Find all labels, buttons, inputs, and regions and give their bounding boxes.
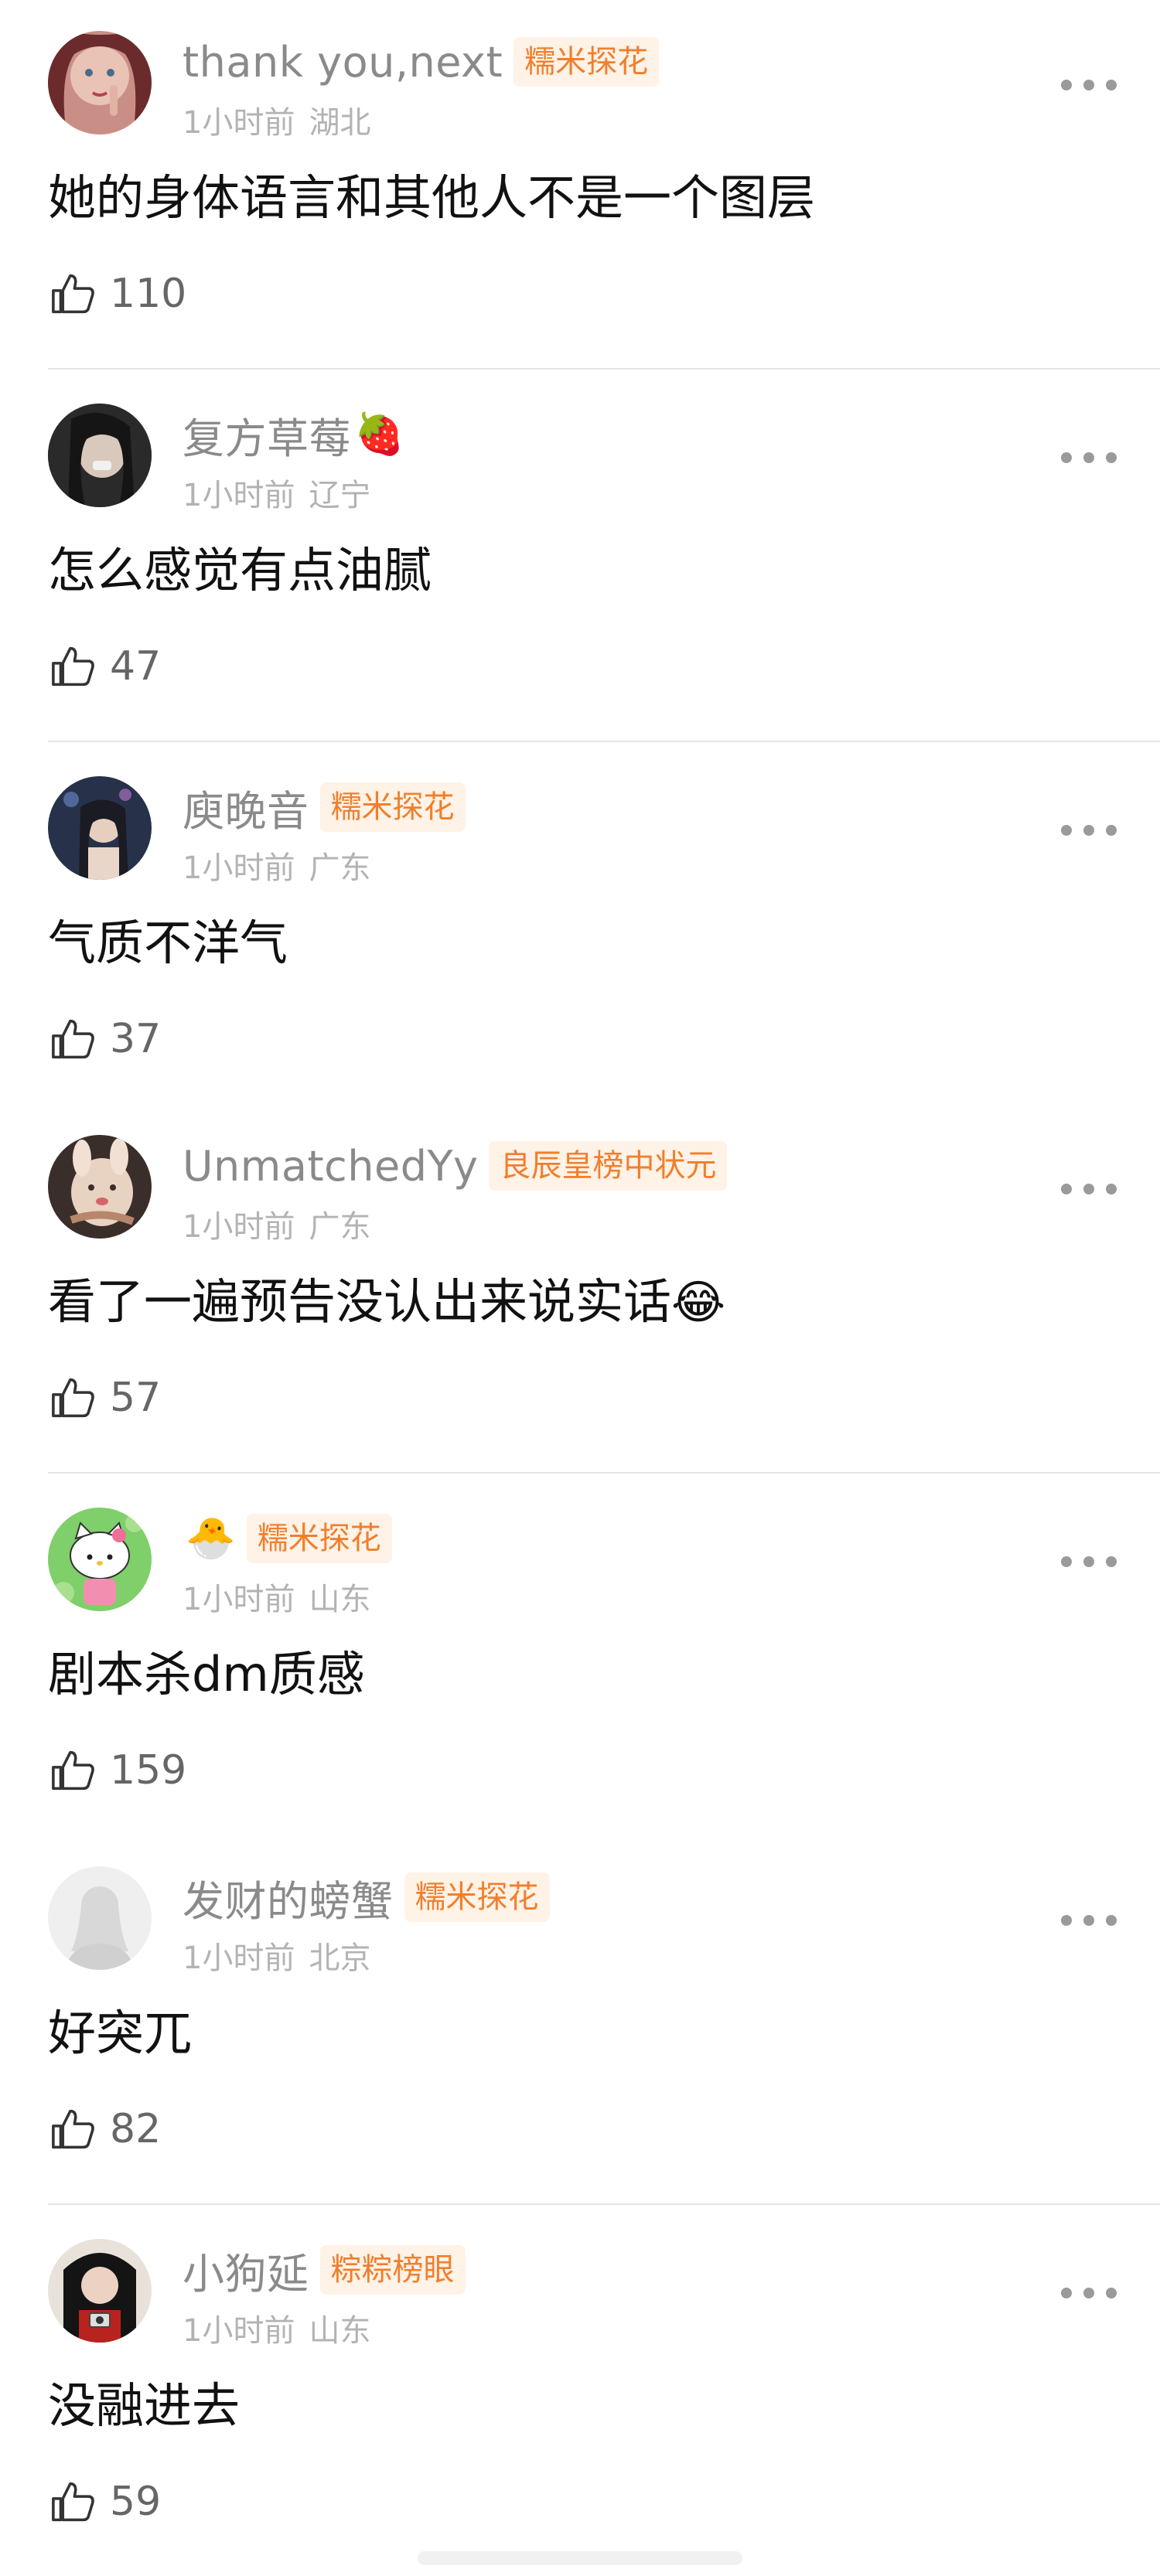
comment-time: 1小时前 [183, 1209, 295, 1245]
comment-location: 湖北 [309, 105, 371, 141]
username-row: 小狗延 粽粽榜眼 [183, 2239, 466, 2301]
username[interactable]: 复方草莓 [183, 404, 351, 465]
user-badge[interactable]: 糯米探花 [319, 782, 466, 832]
thumbs-up-icon [52, 274, 94, 314]
comment-time: 1小时前 [183, 1941, 295, 1976]
comment-time: 1小时前 [183, 1582, 295, 1617]
comment-time: 1小时前 [183, 2313, 295, 2349]
user-badge[interactable]: 糯米探花 [404, 1872, 550, 1922]
comment-meta: 1小时前 广东 [183, 1201, 384, 1246]
comment-text: 怎么感觉有点油腻 [48, 542, 432, 598]
more-horizontal-icon[interactable] [1061, 1906, 1117, 1934]
more-horizontal-icon[interactable] [1061, 1548, 1117, 1576]
comment-text: 好突兀 [48, 2005, 193, 2061]
username-row: 🐣 糯米探花 [183, 1508, 392, 1569]
comment-meta: 1小时前 湖北 [183, 97, 384, 142]
like-count: 82 [110, 2106, 162, 2152]
user-badge[interactable]: 良辰皇榜中状元 [489, 1141, 728, 1191]
username[interactable]: 发财的螃蟹 [183, 1867, 394, 1928]
avatar[interactable] [48, 404, 152, 507]
comment-location: 山东 [309, 1582, 371, 1617]
comment-meta: 1小时前 山东 [183, 2305, 384, 2350]
comment-text: 她的身体语言和其他人不是一个图层 [48, 169, 816, 226]
avatar[interactable] [48, 2239, 152, 2343]
username-row: thank you,next 糯米探花 [183, 31, 660, 93]
thumbs-up-icon [52, 1750, 94, 1791]
like-count: 47 [110, 643, 162, 690]
comment-item: 庾晚音 糯米探花 1小时前 广东 气质不洋气 37 [0, 745, 1160, 1101]
like-button[interactable]: 37 [48, 1008, 161, 1070]
comment-text-body: 看了一遍预告没认出来说实话 [48, 1273, 672, 1330]
user-badge[interactable]: 糯米探花 [246, 1514, 392, 1563]
avatar[interactable] [48, 1508, 152, 1611]
divider [48, 1472, 1160, 1474]
username[interactable]: thank you,next [183, 38, 503, 87]
comment-meta: 1小时前 辽宁 [183, 470, 384, 515]
more-horizontal-icon[interactable] [1061, 816, 1117, 844]
comment-item: thank you,next 糯米探花 1小时前 湖北 她的身体语言和其他人不是一… [0, 0, 1160, 368]
comment-meta: 1小时前 广东 [183, 843, 384, 888]
like-button[interactable]: 159 [48, 1739, 186, 1801]
thumbs-up-icon [52, 1019, 94, 1059]
comment-text: 看了一遍预告没认出来说实话😂 [48, 1271, 725, 1334]
avatar[interactable] [48, 1135, 152, 1239]
like-button[interactable]: 110 [48, 263, 186, 325]
username[interactable]: UnmatchedYy [183, 1142, 478, 1191]
comment-time: 1小时前 [183, 850, 295, 886]
divider [48, 741, 1160, 742]
comment-time: 1小时前 [183, 478, 295, 513]
more-horizontal-icon[interactable] [1061, 2279, 1117, 2307]
username-emoji: 🍓 [354, 411, 404, 458]
like-count: 159 [110, 1747, 187, 1794]
like-count: 59 [110, 2479, 162, 2525]
avatar[interactable] [48, 31, 152, 135]
avatar[interactable] [48, 776, 152, 880]
thumbs-up-icon [52, 1378, 94, 1418]
like-button[interactable]: 47 [48, 635, 161, 697]
comment-item: 发财的螃蟹 糯米探花 1小时前 北京 好突兀 82 [0, 1835, 1160, 2203]
more-horizontal-icon[interactable] [1061, 444, 1117, 472]
comment-location: 辽宁 [309, 478, 371, 513]
like-button[interactable]: 57 [48, 1367, 161, 1429]
comment-location: 广东 [309, 850, 371, 886]
like-count: 110 [110, 271, 187, 317]
comment-location: 北京 [309, 1941, 371, 1976]
comment-item: 小狗延 粽粽榜眼 1小时前 山东 没融进去 59 [0, 2208, 1160, 2564]
comment-item: 🐣 糯米探花 1小时前 山东 剧本杀dm质感 159 [0, 1477, 1160, 1832]
comment-location: 广东 [309, 1209, 371, 1245]
username[interactable]: 庾晚音 [183, 777, 309, 838]
comment-location: 山东 [309, 2313, 371, 2349]
bottom-handle [418, 2551, 742, 2565]
comment-meta: 1小时前 北京 [183, 1933, 384, 1978]
comment-text: 剧本杀dm质感 [48, 1646, 365, 1702]
comment-item: 复方草莓 🍓 1小时前 辽宁 怎么感觉有点油腻 47 [0, 373, 1160, 741]
thumbs-up-icon [52, 646, 94, 687]
username-emoji: 🐣 [186, 1515, 236, 1562]
like-count: 57 [110, 1375, 162, 1421]
divider [48, 2203, 1160, 2205]
comment-text-emoji: 😂 [671, 1276, 726, 1330]
more-horizontal-icon[interactable] [1061, 1175, 1117, 1203]
comment-time: 1小时前 [183, 105, 295, 141]
like-button[interactable]: 59 [48, 2471, 161, 2533]
thumbs-up-icon [52, 2109, 94, 2149]
user-badge[interactable]: 糯米探花 [513, 37, 660, 87]
user-badge[interactable]: 粽粽榜眼 [319, 2245, 466, 2295]
like-button[interactable]: 82 [48, 2098, 161, 2160]
username-row: 发财的螃蟹 糯米探花 [183, 1866, 550, 1928]
comment-text: 没融进去 [48, 2377, 241, 2434]
divider [48, 368, 1160, 370]
username[interactable]: 小狗延 [183, 2240, 309, 2301]
more-horizontal-icon[interactable] [1061, 71, 1117, 99]
thumbs-up-icon [52, 2482, 94, 2522]
comment-item: UnmatchedYy 良辰皇榜中状元 1小时前 广东 看了一遍预告没认出来说实话… [0, 1104, 1160, 1472]
username-row: UnmatchedYy 良辰皇榜中状元 [183, 1135, 728, 1197]
comment-meta: 1小时前 山东 [183, 1574, 384, 1619]
username-row: 复方草莓 🍓 [183, 404, 404, 465]
comment-list: thank you,next 糯米探花 1小时前 湖北 她的身体语言和其他人不是一… [0, 0, 1160, 2576]
avatar[interactable] [48, 1866, 152, 1970]
comment-text: 气质不洋气 [48, 915, 288, 971]
username-row: 庾晚音 糯米探花 [183, 776, 466, 838]
like-count: 37 [110, 1016, 162, 1062]
